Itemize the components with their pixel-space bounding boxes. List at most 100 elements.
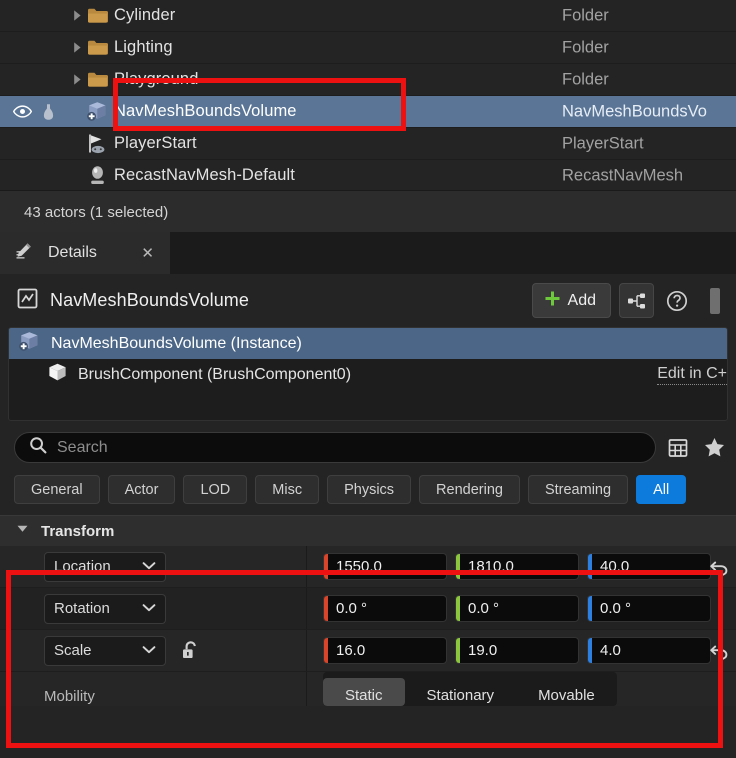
numeric-value: 1550.0 bbox=[336, 558, 382, 575]
mobility-option-movable[interactable]: Movable bbox=[516, 678, 617, 706]
component-row[interactable]: BrushComponent (BrushComponent0) Edit in … bbox=[9, 359, 727, 390]
edit-in-cpp-link[interactable]: Edit in C+ bbox=[657, 365, 727, 385]
expand-arrow-icon[interactable] bbox=[70, 41, 84, 54]
close-icon[interactable]: ✕ bbox=[119, 244, 154, 262]
transform-location-z-input[interactable]: 40.0 bbox=[587, 553, 711, 580]
expand-arrow-icon[interactable] bbox=[70, 9, 84, 22]
tab-details-label: Details bbox=[48, 244, 97, 261]
outliner-row-label: RecastNavMesh-Default bbox=[114, 166, 295, 184]
transform-scale-dropdown[interactable]: Scale bbox=[44, 635, 166, 666]
pin-icon[interactable] bbox=[42, 103, 55, 120]
filter-chip-rendering[interactable]: Rendering bbox=[419, 475, 520, 504]
transform-location-x-input[interactable]: 1550.0 bbox=[323, 553, 447, 580]
filter-chip-general[interactable]: General bbox=[14, 475, 100, 504]
numeric-value: 1810.0 bbox=[468, 558, 514, 575]
transform-scale-y-input[interactable]: 19.0 bbox=[455, 637, 579, 664]
folder-icon bbox=[84, 7, 110, 24]
world-outliner-panel: Cylinder Folder Lighting Folder Playground Fo… bbox=[0, 0, 736, 192]
details-header: NavMeshBoundsVolume Add bbox=[0, 274, 736, 327]
question-circle-icon[interactable] bbox=[662, 284, 692, 317]
transform-rotation-y-input[interactable]: 0.0 ° bbox=[455, 595, 579, 622]
transform-row-left: Location bbox=[0, 546, 307, 587]
outliner-row[interactable]: NavMeshBoundsVolume NavMeshBoundsVo bbox=[0, 96, 736, 128]
transform-section-header[interactable]: Transform bbox=[0, 515, 736, 546]
component-row-label: BrushComponent (BrushComponent0) bbox=[78, 365, 352, 383]
transform-rotation-x-input[interactable]: 0.0 ° bbox=[323, 595, 447, 622]
transform-row-scale: Scale 16.0 19.0 4.0 bbox=[0, 630, 736, 672]
chevron-down-icon bbox=[142, 600, 156, 617]
expand-arrow-icon[interactable] bbox=[70, 73, 84, 86]
folder-icon bbox=[84, 71, 110, 88]
recast-navmesh-icon bbox=[84, 164, 110, 187]
tab-details[interactable]: Details ✕ bbox=[0, 232, 170, 274]
reset-arrow-icon[interactable] bbox=[708, 555, 732, 579]
player-start-icon bbox=[84, 132, 110, 155]
transform-location-dropdown[interactable]: Location bbox=[44, 551, 166, 582]
filter-chip-all[interactable]: All bbox=[636, 475, 687, 504]
outliner-row-type: RecastNavMesh bbox=[562, 166, 684, 184]
outliner-row-gutter bbox=[0, 103, 70, 120]
mobility-label: Mobility bbox=[0, 672, 307, 706]
transform-row-left: Scale bbox=[0, 630, 307, 671]
outliner-row-label: Cylinder bbox=[114, 6, 176, 24]
add-button[interactable]: Add bbox=[531, 283, 611, 318]
numeric-value: 16.0 bbox=[336, 642, 366, 659]
transform-scale-z-input[interactable]: 4.0 bbox=[587, 637, 711, 664]
numeric-value: 0.0 ° bbox=[600, 600, 632, 617]
grid-view-icon[interactable] bbox=[664, 434, 692, 462]
transform-row-location: Location 1550.0 1810.0 40.0 bbox=[0, 546, 736, 588]
component-row[interactable]: NavMeshBoundsVolume (Instance) bbox=[9, 328, 727, 359]
outliner-row-tree: Lighting bbox=[70, 38, 736, 57]
transform-row-rotation: Rotation 0.0 ° 0.0 ° 0.0 ° bbox=[0, 588, 736, 630]
details-pencil-icon bbox=[14, 241, 34, 266]
numeric-value: 19.0 bbox=[468, 642, 498, 659]
outliner-row-label: NavMeshBoundsVolume bbox=[114, 102, 297, 120]
chevron-down-icon bbox=[142, 558, 156, 575]
transform-rotation-dropdown[interactable]: Rotation bbox=[44, 593, 166, 624]
reset-arrow-icon[interactable] bbox=[708, 639, 732, 663]
transform-rows: Location 1550.0 1810.0 40.0 Rotation 0.0 ° 0.0… bbox=[0, 546, 736, 672]
outliner-row-type: Folder bbox=[562, 38, 609, 56]
outliner-row-label: Lighting bbox=[114, 38, 173, 56]
outliner-row[interactable]: Playground Folder bbox=[0, 64, 736, 96]
filter-chip-actor[interactable]: Actor bbox=[107, 475, 176, 504]
outliner-row[interactable]: Lighting Folder bbox=[0, 32, 736, 64]
outliner-row-type: Folder bbox=[562, 70, 609, 88]
details-header-actions: Add bbox=[531, 283, 730, 318]
search-input[interactable]: Search bbox=[14, 432, 656, 463]
mobility-option-static[interactable]: Static bbox=[323, 678, 405, 706]
folder-icon bbox=[84, 39, 110, 56]
outliner-row-type: PlayerStart bbox=[562, 134, 644, 152]
column-toggle-icon[interactable] bbox=[700, 284, 730, 317]
search-placeholder: Search bbox=[57, 438, 108, 456]
transform-row-label: Scale bbox=[54, 642, 92, 659]
numeric-value: 4.0 bbox=[600, 642, 621, 659]
star-icon[interactable] bbox=[700, 434, 728, 462]
outliner-row[interactable]: RecastNavMesh-Default RecastNavMesh bbox=[0, 160, 736, 192]
numeric-value: 0.0 ° bbox=[468, 600, 500, 617]
unlock-icon[interactable] bbox=[180, 640, 200, 662]
transform-location-y-input[interactable]: 1810.0 bbox=[455, 553, 579, 580]
transform-scale-x-input[interactable]: 16.0 bbox=[323, 637, 447, 664]
outliner-row[interactable]: Cylinder Folder bbox=[0, 0, 736, 32]
filter-chip-misc[interactable]: Misc bbox=[255, 475, 320, 504]
hierarchy-icon[interactable] bbox=[619, 283, 654, 318]
outliner-row[interactable]: PlayerStart PlayerStart bbox=[0, 128, 736, 160]
details-object-icon bbox=[16, 287, 39, 315]
volume-cube-icon bbox=[84, 100, 110, 123]
outliner-row-tree: Playground bbox=[70, 70, 736, 89]
filter-chip-physics[interactable]: Physics bbox=[327, 475, 412, 504]
caret-down-icon bbox=[16, 522, 29, 540]
mobility-option-stationary[interactable]: Stationary bbox=[405, 678, 517, 706]
transform-rotation-z-input[interactable]: 0.0 ° bbox=[587, 595, 711, 622]
filter-chip-lod[interactable]: LOD bbox=[183, 475, 248, 504]
eye-icon[interactable] bbox=[12, 105, 33, 118]
unreal-editor-screenshot: Cylinder Folder Lighting Folder Playground Fo… bbox=[0, 0, 736, 758]
outliner-row-label: PlayerStart bbox=[114, 134, 197, 152]
filter-chip-streaming[interactable]: Streaming bbox=[527, 475, 629, 504]
transform-row-left: Rotation bbox=[0, 588, 307, 629]
search-icon bbox=[29, 436, 47, 459]
component-row-label: NavMeshBoundsVolume (Instance) bbox=[51, 334, 302, 352]
transform-row-fields: 16.0 19.0 4.0 bbox=[307, 637, 736, 664]
add-button-label: Add bbox=[567, 291, 596, 309]
